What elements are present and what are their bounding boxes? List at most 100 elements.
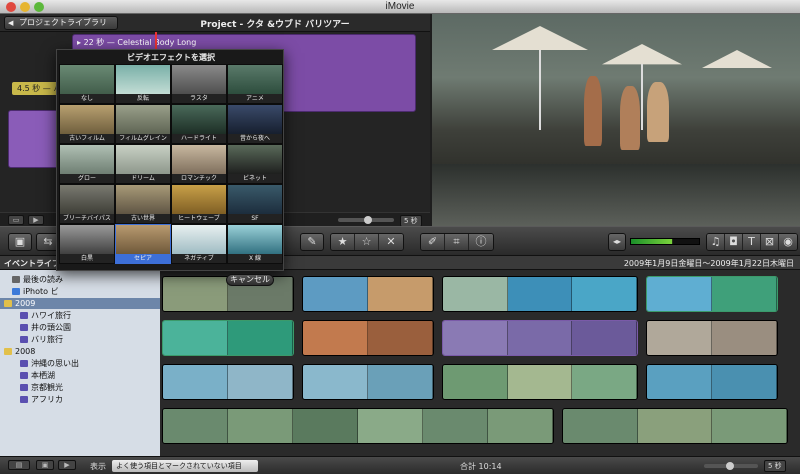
video-effects-popover: ビデオエフェクトを選択 なし 反転 ラスタ アニメ 古いフィルム フィルムグレイン ハードラ… xyxy=(56,49,284,271)
rating-group: ★ ☆ ✕ xyxy=(330,233,404,251)
event-list-label: ハワイ旅行 xyxy=(31,311,71,320)
effect-option[interactable]: ラスタ xyxy=(171,64,227,104)
effect-option[interactable]: 昔から夜へ xyxy=(227,104,283,144)
event-list-item[interactable]: 沖縄の思い出 xyxy=(0,358,160,369)
event-list-item[interactable]: 井の頭公園 xyxy=(0,322,160,333)
effect-thumbnail xyxy=(172,105,226,136)
show-label: 表示 xyxy=(90,462,106,471)
effect-label: アニメ xyxy=(228,94,282,103)
tools-group: ✐ ⌗ ⓘ xyxy=(420,233,494,251)
person-figure xyxy=(584,76,602,146)
effect-option[interactable]: X 線 xyxy=(227,224,283,264)
clip-filmstrip[interactable] xyxy=(442,364,638,400)
effect-option[interactable]: 反転 xyxy=(115,64,171,104)
browser-zoom-knob[interactable] xyxy=(726,462,734,470)
clip-filmstrip[interactable] xyxy=(442,320,638,356)
cancel-button[interactable]: キャンセル xyxy=(226,274,274,286)
event-list-item[interactable]: アフリカ xyxy=(0,394,160,405)
project-view-button[interactable]: ▭ xyxy=(8,215,24,225)
music-icon[interactable]: ♫ xyxy=(707,234,725,250)
effect-option[interactable]: 古い世界 xyxy=(115,184,171,224)
project-clip-thumb[interactable] xyxy=(8,110,60,168)
effect-option[interactable]: セピア xyxy=(115,224,171,264)
event-library-list: 最後の読み iPhoto ビ 2009 ハワイ旅行井の頭公園バリ旅行 2008 沖縄の思い… xyxy=(0,270,160,456)
effect-option[interactable]: ドリーム xyxy=(115,144,171,184)
clip-filmstrip[interactable] xyxy=(646,364,778,400)
event-list-item[interactable]: ハワイ旅行 xyxy=(0,310,160,321)
events-view-button[interactable]: ▤ xyxy=(8,460,30,470)
effect-option[interactable]: 古いフィルム xyxy=(59,104,115,144)
event-list-item[interactable]: 最後の読み xyxy=(0,274,160,285)
event-list-item[interactable]: 京都観光 xyxy=(0,382,160,393)
effect-label: ロマンチック xyxy=(172,174,226,183)
pool-water xyxy=(432,164,800,226)
clip-filmstrip[interactable] xyxy=(562,408,788,444)
unmark-star-icon[interactable]: ☆ xyxy=(355,234,379,250)
video-viewer[interactable] xyxy=(432,14,800,226)
effect-thumbnail xyxy=(228,145,282,176)
effect-option[interactable]: ネガティブ xyxy=(171,224,227,264)
clip-filmstrip[interactable] xyxy=(162,408,554,444)
effect-label: 白黒 xyxy=(60,254,114,263)
effect-option[interactable]: アニメ xyxy=(227,64,283,104)
map-icon[interactable]: ◉ xyxy=(779,234,797,250)
event-list-label: 最後の読み xyxy=(23,275,63,284)
clip-filmstrip[interactable] xyxy=(162,364,294,400)
effect-thumbnail xyxy=(172,185,226,216)
keyword-icon[interactable]: ✐ xyxy=(421,234,445,250)
effect-thumbnail xyxy=(60,65,114,96)
reject-icon[interactable]: ✕ xyxy=(379,234,403,250)
effect-label: ハードライト xyxy=(172,134,226,143)
iphoto-icon xyxy=(12,288,20,295)
project-clip-label: ▸ 22 秒 — Celestial Body Long xyxy=(77,38,197,47)
effect-thumbnail xyxy=(116,65,170,96)
effect-label: フィルムグレイン xyxy=(116,134,170,143)
clip-filmstrip[interactable] xyxy=(646,276,778,312)
clip-filmstrip[interactable] xyxy=(302,364,434,400)
clip-filmstrip[interactable] xyxy=(442,276,638,312)
inspector-icon[interactable]: ⓘ xyxy=(469,234,493,250)
total-duration: 合計 10:14 xyxy=(460,462,502,471)
event-list-item[interactable]: 本栖湖 xyxy=(0,370,160,381)
crop-icon[interactable]: ⌗ xyxy=(445,234,469,250)
transition-icon[interactable]: ⊠ xyxy=(761,234,779,250)
add-clip-icon[interactable]: ✎ xyxy=(300,233,324,251)
photo-icon[interactable]: ◘ xyxy=(725,234,743,250)
event-star-icon xyxy=(20,312,28,319)
effect-option[interactable]: ハードライト xyxy=(171,104,227,144)
effect-label: グロー xyxy=(60,174,114,183)
effect-thumbnail xyxy=(116,105,170,136)
browser-play-button[interactable]: ▣ xyxy=(36,460,54,470)
event-list-item[interactable]: 2009 xyxy=(0,298,160,309)
effect-label: ビネット xyxy=(228,174,282,183)
effect-option[interactable]: ブリーチバイパス xyxy=(59,184,115,224)
event-list-item[interactable]: バリ旅行 xyxy=(0,334,160,345)
event-list-item[interactable]: 2008 xyxy=(0,346,160,357)
show-filter-select[interactable]: よく使う項目とマークされていない項目 xyxy=(112,460,258,472)
browser-play-all-button[interactable]: ▶ xyxy=(58,460,76,470)
event-list-label: 井の頭公園 xyxy=(31,323,71,332)
title-icon[interactable]: T xyxy=(743,234,761,250)
effect-label: ブリーチバイパス xyxy=(60,214,114,223)
project-library-button[interactable]: プロジェクトライブラリ xyxy=(4,16,118,30)
clip-filmstrip[interactable] xyxy=(302,276,434,312)
event-list-label: iPhoto ビ xyxy=(23,287,59,296)
effect-option[interactable]: SF xyxy=(227,184,283,224)
effect-option[interactable]: ロマンチック xyxy=(171,144,227,184)
event-list-item[interactable]: iPhoto ビ xyxy=(0,286,160,297)
effect-label: なし xyxy=(60,94,114,103)
project-zoom-knob[interactable] xyxy=(364,216,372,224)
clip-filmstrip[interactable] xyxy=(646,320,778,356)
clip-filmstrip[interactable] xyxy=(162,320,294,356)
effect-option[interactable]: なし xyxy=(59,64,115,104)
favorite-star-icon[interactable]: ★ xyxy=(331,234,355,250)
effect-option[interactable]: グロー xyxy=(59,144,115,184)
effect-option[interactable]: 白黒 xyxy=(59,224,115,264)
effect-option[interactable]: ヒートウェーブ xyxy=(171,184,227,224)
audio-skim-icon[interactable]: ◂▸ xyxy=(608,233,626,251)
effect-option[interactable]: ビネット xyxy=(227,144,283,184)
clip-filmstrip[interactable] xyxy=(302,320,434,356)
effect-option[interactable]: フィルムグレイン xyxy=(115,104,171,144)
project-play-button[interactable]: ▶ xyxy=(28,215,44,225)
camera-import-icon[interactable]: ▣ xyxy=(8,233,32,251)
